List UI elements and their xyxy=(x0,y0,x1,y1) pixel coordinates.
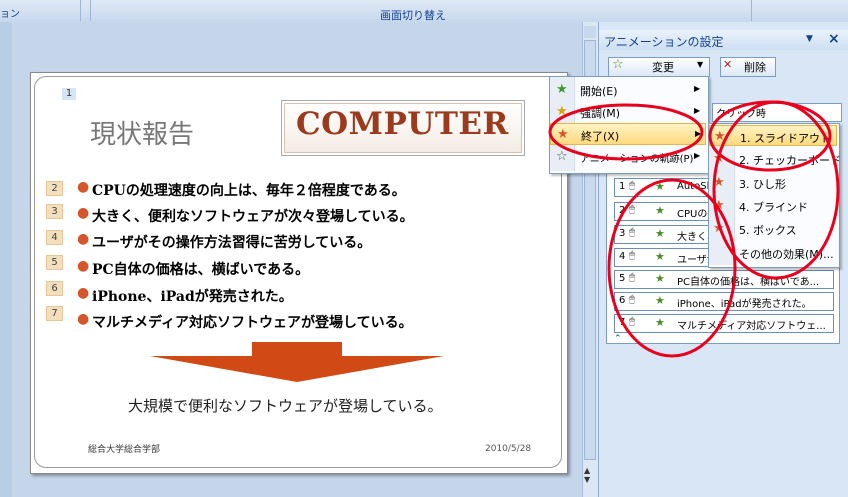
menu-item-motion-path[interactable]: ☆ アニメーションの軌跡(P) ▶ xyxy=(550,146,706,167)
motion-path-icon: ☆ xyxy=(556,149,568,164)
bullet-dot-icon: ● xyxy=(77,258,90,274)
chevron-up-icon[interactable]: ⌃ xyxy=(614,334,622,344)
delete-icon: ✕ xyxy=(723,58,733,71)
bullet-text: PC自体の価格は、横ばいである。 xyxy=(92,262,310,278)
submenu-item-slide-out[interactable]: ★ 1. スライドアウト xyxy=(709,125,837,146)
bullet-line[interactable]: 5 ● PC自体の価格は、横ばいである。 xyxy=(0,255,520,279)
menu-item-entrance[interactable]: ★ 開始(E) ▶ xyxy=(550,79,706,100)
item-label: マルチメディア対応ソフトウェ... xyxy=(677,321,826,332)
item-number: 2 xyxy=(619,205,626,216)
bullet-dot-icon: ● xyxy=(77,205,90,221)
bullet-dot-icon: ● xyxy=(77,179,90,195)
mouse-icon: 🖱 xyxy=(629,204,635,215)
mouse-icon: 🖱 xyxy=(629,227,635,238)
ribbon-left-label: ョン xyxy=(0,9,20,20)
bullet-dot-icon: ● xyxy=(77,311,90,327)
mouse-icon: 🖱 xyxy=(629,316,635,327)
star-icon: ☆ xyxy=(612,57,624,72)
item-number: 6 xyxy=(619,295,626,306)
bullet-anim-tag: 3 xyxy=(46,204,63,219)
date-text: 2010/5/28 xyxy=(485,444,532,454)
bullet-anim-tag: 7 xyxy=(46,306,63,321)
bullet-line[interactable]: 3 ● 大きく、便利なソフトウェアが次々登場している。 xyxy=(0,204,520,226)
down-arrow-shape[interactable] xyxy=(150,342,444,384)
menu-item-exit[interactable]: ★ 終了(X) ▶ xyxy=(550,123,706,145)
submenu-item-diamond[interactable]: ★ 3. ひし形 xyxy=(709,172,837,193)
star-icon: ★ xyxy=(655,316,665,329)
bullet-text: 大きく、便利なソフトウェアが次々登場している。 xyxy=(92,209,414,225)
delete-button-label: 削除 xyxy=(744,61,766,74)
logo-text: COMPUTER xyxy=(296,106,509,142)
bullet-dot-icon: ● xyxy=(77,285,90,301)
star-icon: ★ xyxy=(655,180,665,193)
bullet-anim-tag: 5 xyxy=(46,255,63,270)
red-star-icon: ★ xyxy=(714,129,726,144)
bullet-text: ユーザがその操作方法習得に苦労している。 xyxy=(92,235,372,251)
pane-title: アニメーションの設定 xyxy=(604,35,724,49)
bullet-text: CPUの処理速度の向上は、毎年２倍程度である。 xyxy=(92,183,406,199)
footer-text: 総合大学総合学部 xyxy=(88,445,161,455)
list-item[interactable]: 5 🖱 ★ PC自体の価格は、横ばいであ... xyxy=(614,270,834,289)
conclusion-text[interactable]: 大規模で便利なソフトウェアが登場している。 xyxy=(128,395,443,416)
bullet-line[interactable]: 6 ● iPhone、iPadが発売された。 xyxy=(0,281,520,306)
item-label: PC自体の価格は、横ばいであ... xyxy=(677,277,820,288)
mouse-icon: 🖱 xyxy=(629,250,635,261)
red-star-icon: ★ xyxy=(713,198,725,213)
slide-title[interactable]: 現状報告 xyxy=(90,114,194,151)
change-button-label: 変更 xyxy=(652,61,674,74)
submenu-item-blinds[interactable]: ★ 4. ブラインド xyxy=(709,195,837,216)
item-number: 4 xyxy=(619,251,626,262)
item-label: iPhone、iPadが発売された。 xyxy=(677,299,812,310)
chevron-down-icon: ▼ xyxy=(697,60,704,69)
bullet-text: マルチメディア対応ソフトウェアが登場している。 xyxy=(92,315,413,331)
submenu-item-box[interactable]: ★ 5. ボックス xyxy=(709,218,837,239)
star-icon: ★ xyxy=(655,204,665,217)
submenu-item-more-effects[interactable]: その他の効果(M)... xyxy=(709,242,837,263)
red-star-icon: ★ xyxy=(713,151,725,166)
item-number: 1 xyxy=(619,181,626,192)
yellow-star-icon: ★ xyxy=(556,104,568,119)
submenu-arrow-icon: ▶ xyxy=(695,129,702,138)
item-number: 5 xyxy=(619,273,626,284)
red-star-icon: ★ xyxy=(557,127,569,142)
item-number: 7 xyxy=(619,317,626,328)
menu-item-emphasis[interactable]: ★ 強調(M) ▶ xyxy=(550,101,706,122)
mouse-icon: 🖱 xyxy=(629,294,635,305)
bullet-line[interactable]: 7 ● マルチメディア対応ソフトウェアが登場している。 xyxy=(0,306,520,332)
submenu-arrow-icon: ▶ xyxy=(694,84,701,93)
bullet-text: iPhone、iPadが発売された。 xyxy=(92,289,293,305)
bullet-line[interactable]: 4 ● ユーザがその操作方法習得に苦労している。 xyxy=(0,230,520,252)
list-item[interactable]: 7 🖱 ★ マルチメディア対応ソフトウェ... xyxy=(614,314,834,333)
mouse-icon: 🖱 xyxy=(629,272,635,283)
bullet-dot-icon: ● xyxy=(77,231,90,247)
submenu-arrow-icon: ▶ xyxy=(694,151,701,160)
slide-number-tag: 1 xyxy=(62,88,76,100)
submenu-arrow-icon: ▶ xyxy=(694,106,701,115)
ribbon-group-label: 画面切り替え xyxy=(380,9,446,22)
red-star-icon: ★ xyxy=(713,221,725,236)
scroll-page-buttons[interactable]: ▲ ▼ xyxy=(584,466,596,484)
submenu-item-checkerboard[interactable]: ★ 2. チェッカーボード xyxy=(709,148,841,169)
bullet-line[interactable]: 2 ● CPUの処理速度の向上は、毎年２倍程度である。 xyxy=(0,179,520,200)
star-icon: ★ xyxy=(655,272,665,285)
green-star-icon: ★ xyxy=(556,82,568,97)
bullet-anim-tag: 4 xyxy=(46,230,63,245)
star-icon: ★ xyxy=(655,294,665,307)
red-star-icon: ★ xyxy=(713,175,725,190)
scroll-up-icon[interactable] xyxy=(584,26,596,38)
start-dropdown-value: クリック時 xyxy=(716,109,766,120)
list-item[interactable]: 6 🖱 ★ iPhone、iPadが発売された。 xyxy=(614,292,834,311)
star-icon: ★ xyxy=(655,250,665,263)
bullet-anim-tag: 2 xyxy=(46,181,63,196)
ribbon-previous-group: ョン xyxy=(0,0,81,21)
item-number: 3 xyxy=(619,228,626,239)
star-icon: ★ xyxy=(655,227,665,240)
mouse-icon: 🖱 xyxy=(629,180,635,191)
close-icon[interactable]: × xyxy=(828,31,840,47)
pane-menu-icon[interactable]: ▼ xyxy=(806,34,813,44)
bullet-anim-tag: 6 xyxy=(46,281,63,296)
